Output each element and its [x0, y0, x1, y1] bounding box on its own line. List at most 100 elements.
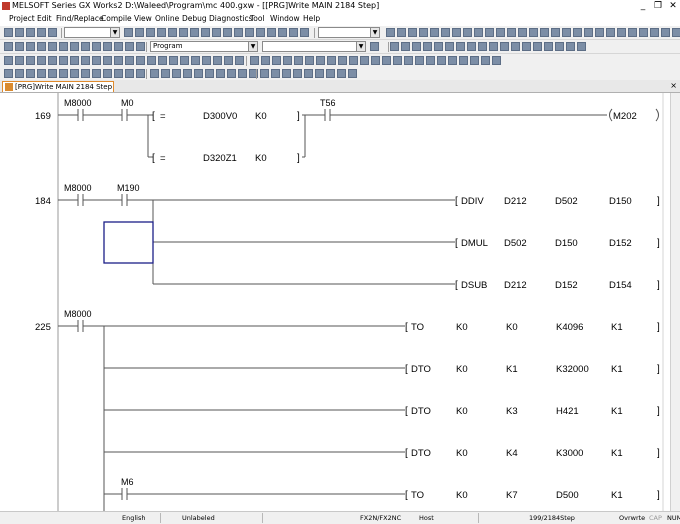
- toolbar-icon[interactable]: [81, 69, 90, 78]
- toolbar-icon[interactable]: [48, 28, 57, 37]
- toolbar-icon[interactable]: [481, 56, 490, 65]
- toolbar-icon[interactable]: [245, 28, 254, 37]
- toolbar-icon[interactable]: [15, 42, 24, 51]
- toolbar-icon[interactable]: [114, 42, 123, 51]
- tab-main-program[interactable]: [PRG]Write MAIN 2184 Step: [2, 81, 114, 92]
- toolbar-icon[interactable]: [48, 42, 57, 51]
- toolbar-icon[interactable]: [124, 28, 133, 37]
- toolbar-icon[interactable]: [401, 42, 410, 51]
- toolbar-icon[interactable]: [300, 28, 309, 37]
- toolbar-icon[interactable]: [415, 56, 424, 65]
- toolbar-icon[interactable]: [293, 69, 302, 78]
- toolbar-icon[interactable]: [15, 28, 24, 37]
- toolbar-icon[interactable]: [37, 28, 46, 37]
- toolbar-icon[interactable]: [544, 42, 553, 51]
- toolbar-icon[interactable]: [150, 69, 159, 78]
- toolbar-icon[interactable]: [448, 56, 457, 65]
- toolbar-icon[interactable]: [168, 28, 177, 37]
- toolbar-icon[interactable]: [419, 28, 428, 37]
- toolbar-icon[interactable]: [190, 28, 199, 37]
- toolbar-icon[interactable]: [511, 42, 520, 51]
- ladder-cursor[interactable]: [103, 221, 154, 264]
- toolbar-icon[interactable]: [92, 56, 101, 65]
- toolbar-icon[interactable]: [158, 56, 167, 65]
- toolbar-icon[interactable]: [382, 56, 391, 65]
- toolbar-icon[interactable]: [103, 56, 112, 65]
- toolbar-icon[interactable]: [37, 69, 46, 78]
- toolbar-icon[interactable]: [562, 28, 571, 37]
- toolbar-icon[interactable]: [412, 42, 421, 51]
- menu-debug[interactable]: Debug: [182, 12, 207, 26]
- toolbar-icon[interactable]: [212, 28, 221, 37]
- toolbar-icon[interactable]: [136, 56, 145, 65]
- toolbar-icon[interactable]: [518, 28, 527, 37]
- toolbar-icon[interactable]: [661, 28, 670, 37]
- toolbar-icon[interactable]: [282, 69, 291, 78]
- toolbar-icon[interactable]: [213, 56, 222, 65]
- toolbar-icon[interactable]: [430, 28, 439, 37]
- toolbar-icon[interactable]: [371, 56, 380, 65]
- ladder-editor[interactable]: 169 M8000 M0 [ [ = D300V0 K0 ] = D320Z1 …: [0, 93, 670, 511]
- program-combo-2[interactable]: ▼: [262, 41, 366, 52]
- close-button[interactable]: ✕: [666, 0, 680, 12]
- toolbar-icon[interactable]: [294, 56, 303, 65]
- toolbar-icon[interactable]: [172, 69, 181, 78]
- menu-help[interactable]: Help: [303, 12, 320, 26]
- menu-view[interactable]: View: [134, 12, 152, 26]
- toolbar-icon[interactable]: [179, 28, 188, 37]
- toolbar-icon[interactable]: [136, 69, 145, 78]
- toolbar-icon[interactable]: [26, 28, 35, 37]
- toolbar-icon[interactable]: [283, 56, 292, 65]
- toolbar-icon[interactable]: [426, 56, 435, 65]
- toolbar-icon[interactable]: [672, 28, 680, 37]
- toolbar-icon[interactable]: [289, 28, 298, 37]
- toolbar-icon[interactable]: [489, 42, 498, 51]
- toolbar-icon[interactable]: [441, 28, 450, 37]
- menu-edit[interactable]: Edit: [37, 12, 52, 26]
- toolbar-icon[interactable]: [595, 28, 604, 37]
- toolbar-icon[interactable]: [81, 42, 90, 51]
- toolbar-icon[interactable]: [4, 28, 13, 37]
- toolbar-icon[interactable]: [15, 56, 24, 65]
- toolbar-icon[interactable]: [135, 28, 144, 37]
- toolbar-icon[interactable]: [650, 28, 659, 37]
- toolbar-icon[interactable]: [617, 28, 626, 37]
- toolbar-icon[interactable]: [423, 42, 432, 51]
- toolbar-icon[interactable]: [146, 28, 155, 37]
- toolbar-icon[interactable]: [227, 69, 236, 78]
- toolbar-icon[interactable]: [467, 42, 476, 51]
- toolbar-icon[interactable]: [202, 56, 211, 65]
- toolbar-icon[interactable]: [261, 56, 270, 65]
- toolbar-icon[interactable]: [26, 42, 35, 51]
- toolbar-icon[interactable]: [434, 42, 443, 51]
- toolbar-icon[interactable]: [393, 56, 402, 65]
- toolbar-icon[interactable]: [4, 69, 13, 78]
- tab-close-icon[interactable]: ×: [670, 80, 677, 92]
- toolbar-icon[interactable]: [327, 56, 336, 65]
- toolbar-icon[interactable]: [59, 56, 68, 65]
- menu-window[interactable]: Window: [270, 12, 300, 26]
- toolbar-icon[interactable]: [81, 56, 90, 65]
- toolbar-icon[interactable]: [456, 42, 465, 51]
- toolbar-icon[interactable]: [304, 69, 313, 78]
- toolbar-icon[interactable]: [48, 56, 57, 65]
- toolbar-icon[interactable]: [628, 28, 637, 37]
- toolbar-icon[interactable]: [70, 69, 79, 78]
- toolbar-icon[interactable]: [326, 69, 335, 78]
- toolbar-icon[interactable]: [114, 56, 123, 65]
- menu-compile[interactable]: Compile: [101, 12, 132, 26]
- menu-find-replace[interactable]: Find/Replace: [56, 12, 104, 26]
- toolbar-icon[interactable]: [485, 28, 494, 37]
- toolbar-icon[interactable]: [271, 69, 280, 78]
- toolbar-icon[interactable]: [573, 28, 582, 37]
- toolbar-icon[interactable]: [540, 28, 549, 37]
- toolbar-icon[interactable]: [316, 56, 325, 65]
- toolbar-icon[interactable]: [201, 28, 210, 37]
- toolbar-icon[interactable]: [404, 56, 413, 65]
- toolbar-icon[interactable]: [205, 69, 214, 78]
- toolbar-icon[interactable]: [397, 28, 406, 37]
- toolbar-icon[interactable]: [191, 56, 200, 65]
- toolbar-icon[interactable]: [278, 28, 287, 37]
- toolbar-icon[interactable]: [234, 28, 243, 37]
- toolbar-icon[interactable]: [59, 42, 68, 51]
